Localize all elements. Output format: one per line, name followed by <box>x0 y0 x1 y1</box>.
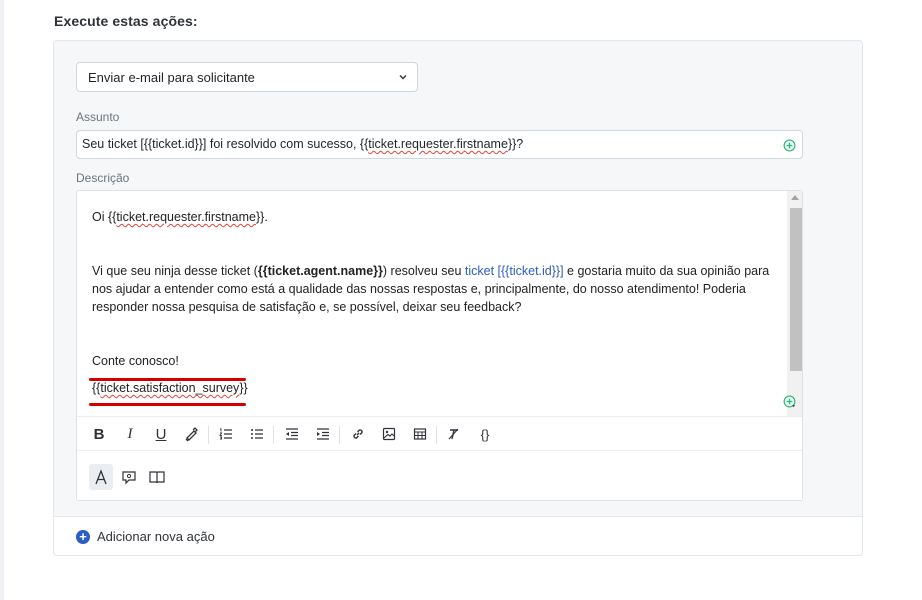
insert-placeholder-icon[interactable] <box>783 395 796 408</box>
agent-name-var: {{ticket.agent.name}} <box>257 264 383 278</box>
annotation-underline-2 <box>89 403 246 406</box>
insert-placeholder-icon[interactable] <box>783 139 796 152</box>
bold-button[interactable]: B <box>90 426 108 444</box>
body-part-2: ) resolveu seu <box>382 264 465 278</box>
left-strip <box>0 0 4 600</box>
image-icon[interactable] <box>381 426 399 444</box>
greeting-line: Oi {{ticket.requester.firstname}}. <box>92 208 773 226</box>
bullet-list-icon[interactable] <box>249 426 267 444</box>
chat-bubble-icon <box>122 471 136 485</box>
panel-footer: + Adicionar nova ação <box>54 516 862 555</box>
toolbar-divider <box>436 426 437 444</box>
closing-line: Conte conosco! <box>92 354 179 368</box>
action-type-select[interactable]: Enviar e-mail para solicitante <box>76 62 418 92</box>
chevron-down-icon <box>399 75 407 80</box>
knowledge-base-button[interactable] <box>145 464 169 490</box>
canned-response-button[interactable] <box>117 464 141 490</box>
body-part-1: Vi que seu ninja desse ticket ( <box>92 264 258 278</box>
subject-placeholder-var: ticket.requester.firstname <box>368 137 508 151</box>
action-type-value: Enviar e-mail para solicitante <box>88 70 255 85</box>
subject-text-start: Seu ticket [{{ticket.id}}] foi resolvido… <box>82 137 369 151</box>
survey-line: {{ticket.satisfaction_survey}} <box>92 379 773 397</box>
description-label: Descrição <box>76 171 130 185</box>
editor-toolbar: B I U {} <box>77 416 802 451</box>
editor-content[interactable]: Oi {{ticket.requester.firstname}}. Vi qu… <box>77 191 788 416</box>
code-braces-icon[interactable]: {} <box>476 426 494 444</box>
toolbar-divider <box>208 426 209 444</box>
editor-scrollbar[interactable] <box>787 191 802 416</box>
toolbar-divider <box>339 426 340 444</box>
toolbar-divider <box>273 426 274 444</box>
ticket-link[interactable]: ticket [{{ticket.id}}] <box>465 264 564 278</box>
ordered-list-icon[interactable] <box>218 426 236 444</box>
body-paragraph: Vi que seu ninja desse ticket ({{ticket.… <box>92 262 773 316</box>
add-action-label: Adicionar nova ação <box>97 529 215 544</box>
table-icon[interactable] <box>412 426 430 444</box>
greeting-var: ticket.requester.firstname <box>116 210 256 224</box>
text-format-button[interactable] <box>89 464 113 490</box>
letter-a-icon <box>95 469 107 485</box>
survey-end: }} <box>239 381 248 395</box>
greeting-start: Oi {{ <box>92 210 117 224</box>
plus-circle-icon: + <box>76 529 90 544</box>
highlight-pen-icon[interactable] <box>183 426 201 444</box>
outdent-icon[interactable] <box>284 426 302 444</box>
survey-var: ticket.satisfaction_survey <box>100 381 240 395</box>
scroll-thumb[interactable] <box>790 208 802 371</box>
editor-mode-bar <box>77 452 802 500</box>
underline-button[interactable]: U <box>152 426 170 444</box>
subject-label: Assunto <box>76 110 120 124</box>
indent-icon[interactable] <box>315 426 333 444</box>
scroll-up-arrow[interactable] <box>791 195 799 200</box>
book-icon <box>149 471 165 484</box>
section-title: Execute estas ações: <box>54 13 198 29</box>
subject-input[interactable]: Seu ticket [{{ticket.id}}] foi resolvido… <box>76 130 803 159</box>
link-icon[interactable] <box>350 426 368 444</box>
clear-format-icon[interactable] <box>446 426 464 444</box>
actions-panel: Enviar e-mail para solicitante Assunto S… <box>53 40 863 556</box>
italic-button[interactable]: I <box>121 426 139 444</box>
add-action-button[interactable]: + Adicionar nova ação <box>76 529 215 544</box>
greeting-end: }}. <box>255 210 268 224</box>
description-editor: Oi {{ticket.requester.firstname}}. Vi qu… <box>76 190 803 501</box>
subject-text-end: }}? <box>507 137 524 151</box>
annotation-underline-1 <box>89 378 246 381</box>
